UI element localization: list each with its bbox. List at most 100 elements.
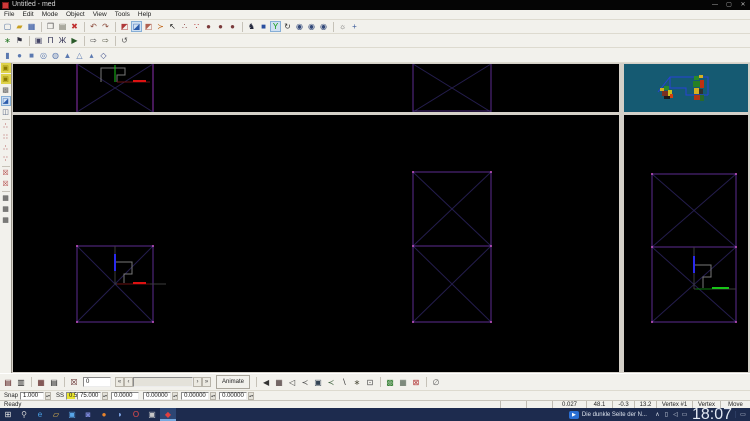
action-center-icon[interactable]: ▭ [735,411,750,418]
settings-gear-button[interactable]: ☼ [337,21,348,32]
menu-mode[interactable]: Mode [38,10,62,19]
viewport-3d-preview[interactable] [624,64,748,112]
viewport-main[interactable] [13,115,619,372]
sound-tool-button[interactable]: ◀ [260,376,272,388]
create-cone-button[interactable]: ▲ [62,50,73,61]
select-region-1-button[interactable]: ☒ [1,168,11,178]
create-cylinder-button[interactable]: ▮ [2,50,13,61]
create-disc-button[interactable]: ◎ [38,50,49,61]
last-frame-button[interactable]: » [202,377,211,387]
grid-yellow-2-button[interactable]: ▣ [1,74,11,84]
select-region-2-button[interactable]: ☒ [1,179,11,189]
photos-app-icon[interactable]: ▣ [64,408,80,421]
create-pyramid-button[interactable]: △ [74,50,85,61]
grid-dark-2-button[interactable]: ▦ [1,204,11,214]
mirror-tool-button[interactable]: Ж [57,35,68,46]
ss-value-field[interactable]: 0.5 [66,392,76,400]
vertex-cloud-4-button[interactable]: ∵ [1,154,11,164]
wireframe-view-button[interactable]: ◪ [1,96,11,106]
snap-value-field[interactable]: 1.000 [20,392,44,400]
frames-list-button[interactable]: ▤ [2,376,14,388]
close-button[interactable]: ✕ [736,0,750,10]
vertex-cloud-1-button[interactable]: ∴ [1,121,11,131]
file-explorer-icon[interactable]: ▱ [48,408,64,421]
scale-vertices-button[interactable]: ∵ [191,21,202,32]
gray-app-icon[interactable]: ▣ [144,408,160,421]
offset-z-field[interactable]: 0.00000 [219,392,247,400]
chat-app-icon[interactable]: ◗ [112,408,128,421]
smooth-sphere-button[interactable]: ● [227,21,238,32]
offset-y-field[interactable]: 0.00000 [181,392,209,400]
play-preview-button[interactable]: ▶ [69,35,80,46]
redo-button[interactable]: ↷ [100,21,111,32]
texture-square-button[interactable]: ▣ [33,35,44,46]
snap-spinner[interactable]: ▴▾ [45,392,51,400]
vertex-cloud-2-button[interactable]: ∷ [1,132,11,142]
offset-y-spinner[interactable]: ▴▾ [210,392,216,400]
viewport-right[interactable] [624,115,748,372]
first-frame-button[interactable]: « [115,377,124,387]
firefox-browser-icon[interactable]: ● [96,408,112,421]
model-figure-button[interactable]: ♞ [246,21,257,32]
subdivide-sphere-button[interactable]: ● [215,21,226,32]
bones-tool-button[interactable]: Π [45,35,56,46]
mirror-flag-button[interactable]: ⚑ [14,35,25,46]
loop-tool-button[interactable]: ↺ [119,35,130,46]
open-file-button[interactable]: ▰ [14,21,25,32]
box-select-button[interactable]: ■ [258,21,269,32]
opera-browser-icon[interactable]: O [128,408,144,421]
connect-edges-button[interactable]: ≻ [155,21,166,32]
start-button[interactable]: ⊞ [0,408,16,421]
teams-app-icon[interactable]: ◙ [80,408,96,421]
tray-chevron-up-icon[interactable]: ∧ [653,411,662,418]
delete-button[interactable]: ✖ [69,21,80,32]
next-frame-button[interactable]: › [193,377,202,387]
knife-tool-button[interactable]: ∖ [338,376,350,388]
media-notification[interactable]: ▶ Die dunkle Seite der N... [569,411,647,419]
minimize-button[interactable]: — [708,0,722,10]
search-icon[interactable]: ⚲ [16,408,32,421]
delete-frame-button[interactable]: ⊠ [410,376,422,388]
frame-slider-track[interactable] [133,377,193,387]
keyframe-add-button[interactable]: ▦ [35,376,47,388]
bone-grid-button[interactable]: ▦ [273,376,285,388]
offset-x-spinner[interactable]: ▴▾ [172,392,178,400]
face-mode-button[interactable]: ◩ [143,21,154,32]
edge-mode-button[interactable]: ◪ [131,21,142,32]
paste-button[interactable]: ▤ [57,21,68,32]
camera-view-button[interactable]: ▣ [312,376,324,388]
menu-tools[interactable]: Tools [111,10,134,19]
offset-z-spinner[interactable]: ▴▾ [248,392,254,400]
viewport-top[interactable] [13,64,619,112]
med-app-icon[interactable]: ◆ [160,408,176,421]
grid-size-field[interactable]: 75.000 [77,392,101,400]
select-arrow-button[interactable]: ↖ [167,21,178,32]
group-sphere-3-button[interactable]: ◉ [318,21,329,32]
offset-x-field[interactable]: 0.00000 [143,392,171,400]
rotate-tool-button[interactable]: ↻ [282,21,293,32]
menu-view[interactable]: View [89,10,111,19]
prev-frame-button[interactable]: ‹ [124,377,133,387]
grid-dark-1-button[interactable]: ▦ [1,193,11,203]
path-prev-button[interactable]: ≺ [299,376,311,388]
tray-volume-icon[interactable]: ◁ [671,411,680,418]
frames-grid-button[interactable]: ▥ [15,376,27,388]
grid-dark-3-button[interactable]: ▦ [1,215,11,225]
vertex-cloud-3-button[interactable]: ∴ [1,143,11,153]
next-step-button[interactable]: ⇨ [88,35,99,46]
move-all-button[interactable]: + [349,21,360,32]
group-sphere-1-button[interactable]: ◉ [294,21,305,32]
vertex-mode-button[interactable]: ◩ [119,21,130,32]
sound-mute-button[interactable]: ◁ [286,376,298,388]
axis-lock-button[interactable]: Y [270,21,281,32]
move-vertices-button[interactable]: ∴ [179,21,190,32]
shaded-view-button[interactable]: ◫ [1,107,11,117]
copy-button[interactable]: ❐ [45,21,56,32]
animate-button[interactable]: Animate [216,375,250,389]
angle-field[interactable]: 0.0000 [111,392,139,400]
menu-help[interactable]: Help [134,10,155,19]
taskbar-clock[interactable]: 18:07 [689,406,735,421]
create-diamond-button[interactable]: ◇ [98,50,109,61]
grid-yellow-1-button[interactable]: ▣ [1,63,11,73]
maximize-button[interactable]: ▢ [722,0,736,10]
